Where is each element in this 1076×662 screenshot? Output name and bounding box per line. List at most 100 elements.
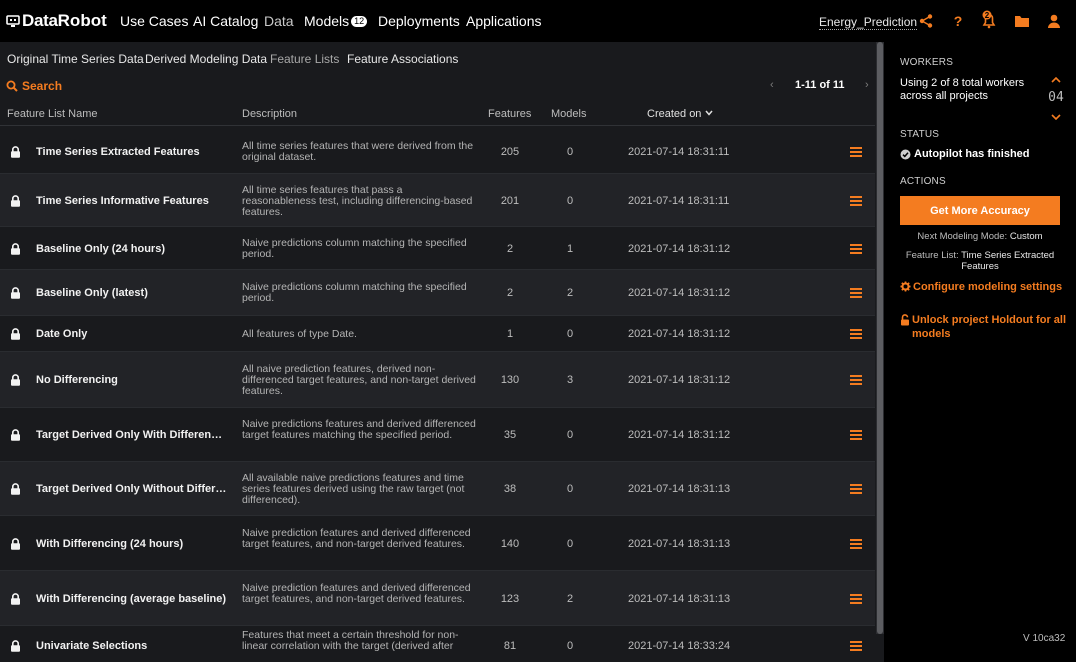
next-modeling-mode: Next Modeling Mode: Custom — [894, 231, 1066, 242]
lock-icon — [11, 483, 20, 495]
unlock-link-text: Unlock project Holdout for all models — [912, 314, 1067, 340]
unlock-holdout-link[interactable]: Unlock project Holdout for all models — [900, 313, 1070, 341]
project-name[interactable]: Energy_Prediction — [819, 15, 918, 30]
nav-applications[interactable]: Applications — [466, 13, 542, 29]
table-row[interactable]: Time Series Informative Features All time… — [0, 174, 875, 227]
model-count: 0 — [566, 429, 574, 441]
datarobot-logo[interactable]: Data Robot — [6, 11, 107, 31]
model-count: 0 — [566, 328, 574, 340]
hamburger-menu-icon[interactable] — [850, 641, 862, 651]
feature-list-name[interactable]: Baseline Only (24 hours) — [36, 243, 228, 255]
feature-list-description: Naive predictions column matching the sp… — [242, 281, 467, 304]
feature-list-name[interactable]: Baseline Only (latest) — [36, 287, 228, 299]
hamburger-menu-icon[interactable] — [850, 147, 862, 157]
feature-list-description: All time series features that were deriv… — [242, 140, 474, 163]
feature-list-name[interactable]: No Differencing — [36, 374, 228, 386]
hamburger-menu-icon[interactable] — [850, 594, 862, 604]
feature-list-name[interactable]: Time Series Extracted Features — [36, 146, 228, 158]
column-header-name[interactable]: Feature List Name — [7, 108, 97, 120]
feature-list-name[interactable]: Time Series Informative Features — [36, 195, 228, 207]
created-on: 2021-07-14 18:31:12 — [628, 287, 731, 299]
feature-list-description: Naive prediction features and derived di… — [242, 527, 471, 550]
nav-data[interactable]: Data — [264, 13, 294, 29]
next-mode-value: Custom — [1009, 231, 1043, 242]
lock-icon — [11, 593, 20, 605]
configure-link-text: Configure modeling settings — [913, 281, 1063, 293]
user-account-icon[interactable] — [1046, 13, 1062, 29]
table-row[interactable]: Time Series Extracted Features All time s… — [0, 129, 875, 174]
help-icon[interactable]: ? — [950, 13, 966, 29]
worker-count-control: 04 — [1046, 70, 1066, 125]
column-header-created-label: Created on — [647, 108, 702, 120]
table-row[interactable]: Date Only All features of type Date. 1 0 202… — [0, 316, 875, 352]
feature-list-name[interactable]: Target Derived Only Without Differen... — [36, 483, 228, 495]
feature-count: 140 — [500, 538, 520, 550]
hamburger-menu-icon[interactable] — [850, 288, 862, 298]
nav-ai-catalog[interactable]: AI Catalog — [193, 13, 258, 29]
lock-icon — [11, 328, 20, 340]
table-row[interactable]: No Differencing All naive prediction feat… — [0, 352, 875, 408]
table-header: Feature List Name Description Features M… — [0, 104, 875, 126]
feature-list-name[interactable]: Univariate Selections — [36, 640, 228, 652]
next-page-button[interactable]: › — [865, 79, 869, 91]
feature-list-value: Time Series Extracted Features — [961, 250, 1055, 272]
feature-list-description: All naive prediction features, derived n… — [242, 363, 476, 397]
share-icon[interactable] — [918, 13, 934, 29]
table-row[interactable]: Target Derived Only Without Differen... A… — [0, 462, 875, 516]
table-row[interactable]: Baseline Only (24 hours) Naive prediction… — [0, 227, 875, 270]
feature-list-name[interactable]: With Differencing (24 hours) — [36, 538, 228, 550]
column-header-created[interactable]: Created on — [647, 108, 713, 120]
tab-derived-modeling-data[interactable]: Derived Modeling Data — [145, 52, 267, 66]
search-button[interactable]: Search — [6, 79, 62, 93]
column-header-models[interactable]: Models — [551, 108, 586, 120]
configure-modeling-settings-link[interactable]: Configure modeling settings — [900, 280, 1062, 294]
worker-panel: WORKERS Using 2 of 8 total workers acros… — [884, 42, 1076, 662]
nav-models[interactable]: Models 12 — [304, 13, 368, 29]
table-row[interactable]: Target Derived Only With Differencing...… — [0, 408, 875, 462]
hamburger-menu-icon[interactable] — [850, 484, 862, 494]
feature-count: 2 — [506, 243, 514, 255]
search-icon — [6, 80, 18, 92]
feature-list-name[interactable]: Date Only — [36, 328, 228, 340]
hamburger-menu-icon[interactable] — [850, 196, 862, 206]
nav-use-cases[interactable]: Use Cases — [120, 13, 188, 29]
hamburger-menu-icon[interactable] — [850, 430, 862, 440]
hamburger-menu-icon[interactable] — [850, 539, 862, 549]
svg-text:?: ? — [954, 13, 963, 29]
lock-icon — [11, 640, 20, 652]
hamburger-menu-icon[interactable] — [850, 375, 862, 385]
models-count-badge: 12 — [351, 16, 368, 27]
hamburger-menu-icon[interactable] — [850, 329, 862, 339]
get-more-accuracy-button[interactable]: Get More Accuracy — [900, 196, 1060, 225]
scrollbar-thumb[interactable] — [877, 42, 883, 634]
folder-icon[interactable] — [1014, 13, 1030, 29]
gear-icon — [900, 281, 911, 292]
feature-count: 38 — [503, 483, 517, 495]
tab-feature-associations[interactable]: Feature Associations — [347, 52, 458, 66]
chevron-down-icon[interactable] — [1051, 114, 1061, 121]
lock-icon — [11, 429, 20, 441]
feature-list-description: All available naive predictions features… — [242, 472, 465, 506]
model-count: 0 — [566, 483, 574, 495]
lock-icon — [11, 374, 20, 386]
tab-feature-lists[interactable]: Feature Lists — [270, 52, 339, 66]
tab-original-time-series-data[interactable]: Original Time Series Data — [7, 52, 144, 66]
feature-list-name[interactable]: Target Derived Only With Differencing... — [36, 429, 228, 441]
table-row[interactable]: With Differencing (24 hours) Naive predic… — [0, 516, 875, 571]
created-on: 2021-07-14 18:31:13 — [628, 593, 731, 605]
column-header-features[interactable]: Features — [488, 108, 531, 120]
notifications-bell-icon[interactable]: 2 — [980, 10, 998, 29]
prev-page-button[interactable]: ‹ — [770, 79, 774, 91]
column-header-description: Description — [242, 108, 298, 120]
vertical-scrollbar[interactable] — [876, 42, 884, 634]
nav-deployments[interactable]: Deployments — [378, 13, 460, 29]
hamburger-menu-icon[interactable] — [850, 244, 862, 254]
pagination: ‹ 1-11 of 11 › — [770, 79, 874, 93]
feature-list-description: Naive predictions features and derived d… — [242, 418, 476, 441]
feature-list-name[interactable]: With Differencing (average baseline) — [36, 593, 228, 605]
table-row[interactable]: Univariate Selections Features that meet … — [0, 626, 875, 662]
chevron-up-icon[interactable] — [1051, 76, 1061, 83]
model-count: 2 — [566, 287, 574, 299]
table-row[interactable]: With Differencing (average baseline) Naiv… — [0, 571, 875, 626]
table-row[interactable]: Baseline Only (latest) Naive predictions … — [0, 270, 875, 316]
